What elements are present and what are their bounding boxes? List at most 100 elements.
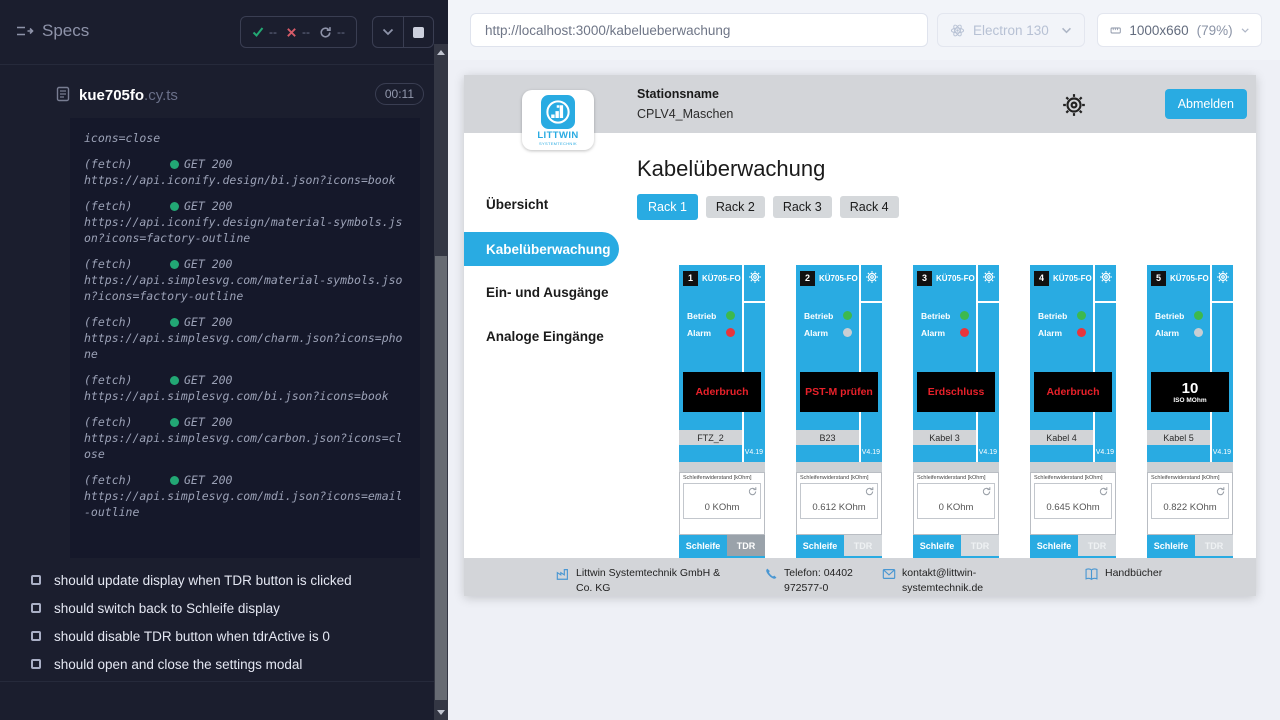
tdr-button[interactable]: TDR: [727, 535, 765, 556]
refresh-icon[interactable]: [747, 486, 758, 497]
spec-extension: .cy.ts: [144, 87, 178, 104]
schleife-button[interactable]: Schleife: [1030, 535, 1078, 556]
spec-name: kue705fo.cy.ts: [79, 87, 178, 104]
nav-item-kabelueberwachung[interactable]: Kabelüberwachung: [464, 232, 619, 266]
stat-passed[interactable]: --: [252, 25, 277, 39]
meter-label: Schleifenwiderstand [kOhm]: [917, 475, 995, 481]
firmware-version: V4.19: [979, 449, 997, 456]
tdr-button[interactable]: TDR: [1078, 535, 1116, 556]
log-entry[interactable]: (fetch)GET 200 https://api.iconify.desig…: [84, 156, 406, 188]
meter-display: 0 KOhm: [917, 483, 995, 519]
company-name: Littwin Systemtechnik GmbH & Co. KG: [576, 566, 728, 596]
failed-count: --: [302, 25, 310, 39]
logout-button[interactable]: Abmelden: [1165, 89, 1247, 119]
station-name: CPLV4_Maschen: [637, 107, 733, 121]
stat-failed[interactable]: --: [286, 25, 310, 39]
device-gear-icon[interactable]: [1099, 270, 1113, 284]
firmware-version: V4.19: [1096, 449, 1114, 456]
led-panel: Betrieb Alarm: [1038, 307, 1086, 341]
log-entry[interactable]: (fetch)GET 200 https://api.simplesvg.com…: [84, 372, 406, 404]
spec-file-row[interactable]: kue705fo.cy.ts 00:11: [0, 78, 434, 114]
schleife-button[interactable]: Schleife: [913, 535, 961, 556]
footer-email[interactable]: kontakt@littwin-systemtechnik.de: [882, 566, 994, 596]
test-item[interactable]: should switch back to Schleife display: [0, 594, 434, 622]
nav-item-analoge-eingaenge[interactable]: Analoge Eingänge: [486, 329, 604, 344]
device-gear-icon[interactable]: [982, 270, 996, 284]
phone-number: Telefon: 04402 972577-0: [784, 566, 882, 596]
stat-pending[interactable]: --: [319, 25, 345, 39]
tab-rack-3[interactable]: Rack 3: [773, 196, 832, 218]
device-gear-icon[interactable]: [865, 270, 879, 284]
test-stats-group: -- -- --: [240, 16, 357, 48]
log-entry[interactable]: (fetch)GET 200 https://api.iconify.desig…: [84, 198, 406, 246]
status-dot: [170, 202, 179, 211]
refresh-icon[interactable]: [1098, 486, 1109, 497]
device-gear-icon[interactable]: [1216, 270, 1230, 284]
url-input[interactable]: [470, 13, 928, 47]
phone-icon: [764, 567, 778, 581]
divider: [0, 681, 434, 682]
ruler-icon: [1110, 23, 1121, 38]
footer-phone: Telefon: 04402 972577-0: [764, 566, 882, 596]
alarm-led: [960, 328, 969, 337]
tdr-button[interactable]: TDR: [961, 535, 999, 556]
browser-label: Electron 130: [973, 23, 1049, 38]
iso-display: 10 ISO MOhm: [1151, 372, 1229, 412]
tab-rack-4[interactable]: Rack 4: [840, 196, 899, 218]
x-icon: [286, 27, 297, 38]
device-number-badge: 3: [917, 271, 932, 286]
test-item[interactable]: should disable TDR button when tdrActive…: [0, 622, 434, 650]
firmware-version: V4.19: [862, 449, 880, 456]
check-icon: [252, 26, 264, 38]
divider: [1030, 462, 1116, 472]
device-card-2: 2KÜ705-FO Betrieb Alarm PST-M prüfen B23…: [796, 265, 882, 565]
chevron-down-icon: [1241, 27, 1249, 34]
stop-button[interactable]: [403, 17, 434, 47]
scroll-up-arrow-icon[interactable]: [434, 46, 448, 58]
tdr-button[interactable]: TDR: [1195, 535, 1233, 556]
viewport-select[interactable]: 1000x660 (79%): [1097, 13, 1262, 47]
request-url: https://api.simplesvg.com/mdi.json?icons…: [84, 488, 406, 520]
device-number-badge: 2: [800, 271, 815, 286]
test-item[interactable]: should open and close the settings modal: [0, 650, 434, 678]
schleife-button[interactable]: Schleife: [679, 535, 727, 556]
settings-gear-icon[interactable]: [1061, 92, 1087, 118]
meter-value: 0.645 KOhm: [1035, 502, 1111, 513]
tdr-button[interactable]: TDR: [844, 535, 882, 556]
specs-menu-icon[interactable]: [16, 24, 34, 38]
scrollbar-thumb[interactable]: [435, 256, 447, 700]
led-panel: Betrieb Alarm: [1155, 307, 1203, 341]
reporter-scrollbar[interactable]: [434, 44, 448, 720]
nav-item-ein-und-ausgaenge[interactable]: Ein- und Ausgänge: [486, 285, 609, 300]
request-url: icons=close: [84, 130, 406, 146]
rack-tabs: Rack 1 Rack 2 Rack 3 Rack 4: [637, 194, 899, 220]
tab-rack-2[interactable]: Rack 2: [706, 196, 765, 218]
manuals-link[interactable]: Handbücher: [1084, 566, 1162, 582]
schleife-button[interactable]: Schleife: [1147, 535, 1195, 556]
test-item[interactable]: should update display when TDR button is…: [0, 566, 434, 594]
scroll-down-arrow-icon[interactable]: [434, 706, 448, 718]
device-gear-icon[interactable]: [748, 270, 762, 284]
log-entry[interactable]: (fetch)GET 200 https://api.simplesvg.com…: [84, 472, 406, 520]
log-entry[interactable]: (fetch)GET 200 https://api.simplesvg.com…: [84, 414, 406, 462]
tab-rack-1[interactable]: Rack 1: [637, 194, 698, 220]
schleife-button[interactable]: Schleife: [796, 535, 844, 556]
browser-select[interactable]: Electron 130: [937, 13, 1085, 47]
device-model: KÜ705-FO: [1170, 274, 1209, 283]
device-number-badge: 4: [1034, 271, 1049, 286]
request-url: https://api.simplesvg.com/material-symbo…: [84, 272, 406, 304]
meter-display: 0.645 KOhm: [1034, 483, 1112, 519]
refresh-icon[interactable]: [981, 486, 992, 497]
request-status: GET 200: [184, 256, 232, 272]
collapse-button[interactable]: [373, 17, 403, 47]
refresh-icon[interactable]: [864, 486, 875, 497]
aut-frame: Abmelden LITTWIN SYSTEMTECHNIK Stationsn…: [464, 75, 1256, 596]
nav-item-uebersicht[interactable]: Übersicht: [486, 197, 548, 212]
divider: [679, 462, 765, 472]
run-controls: [372, 16, 434, 48]
log-url-tail[interactable]: icons=close: [84, 130, 406, 146]
log-entry[interactable]: (fetch)GET 200 https://api.simplesvg.com…: [84, 314, 406, 362]
log-entry[interactable]: (fetch)GET 200 https://api.simplesvg.com…: [84, 256, 406, 304]
refresh-icon[interactable]: [1215, 486, 1226, 497]
test-title: should switch back to Schleife display: [54, 601, 280, 616]
